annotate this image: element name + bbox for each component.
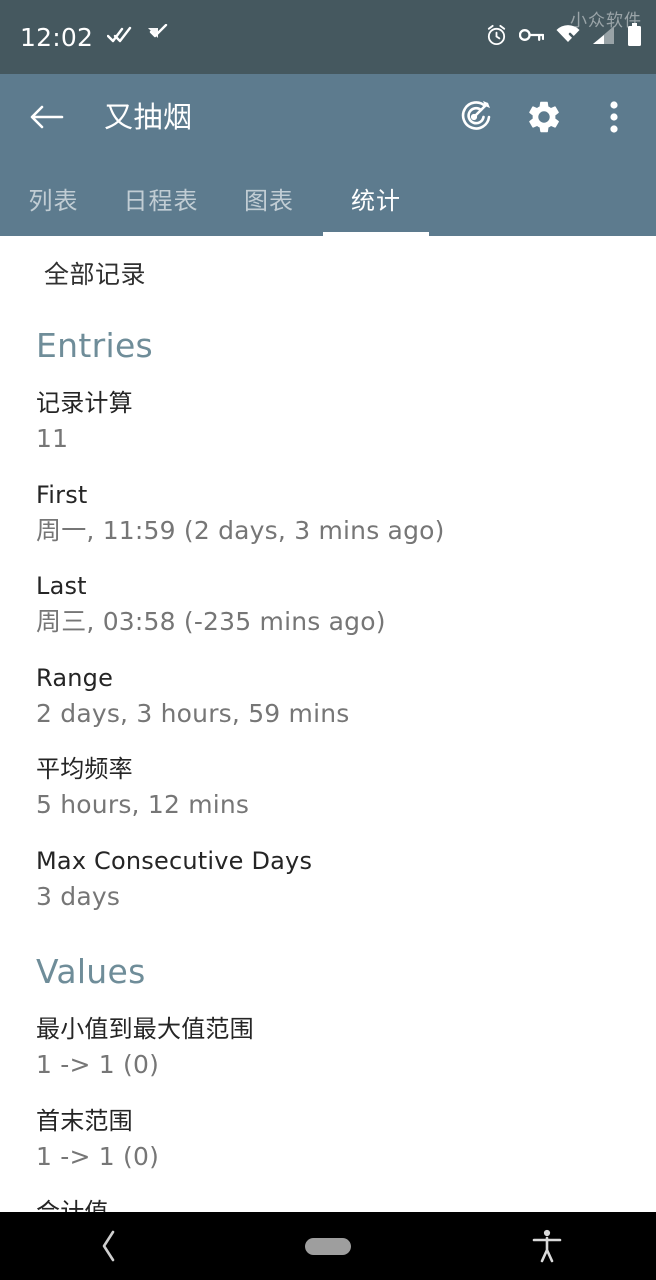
tab-chart[interactable]: 图表 (215, 160, 323, 236)
stat-row: First 周一, 11:59 (2 days, 3 mins ago) (0, 456, 656, 548)
home-pill-icon (305, 1237, 351, 1255)
vpn-key-icon (518, 27, 545, 47)
tab-list[interactable]: 列表 (0, 160, 107, 236)
page-title: 又抽烟 (104, 99, 193, 134)
overflow-menu-icon[interactable] (592, 95, 636, 139)
stat-value: 11 (36, 424, 69, 453)
stat-row: Range 2 days, 3 hours, 59 mins (0, 639, 656, 731)
signal-icon (592, 25, 616, 49)
stat-value: 3 days (36, 881, 121, 911)
nav-back-button[interactable] (0, 1212, 218, 1280)
back-button[interactable] (24, 94, 70, 140)
stat-label: 记录计算 (36, 389, 133, 417)
stat-row: 合计值 (0, 1173, 656, 1212)
stat-label: Max Consecutive Days (36, 846, 313, 875)
stat-label: 最小值到最大值范围 (36, 1015, 254, 1043)
stat-value: 1 -> 1 (0) (36, 1050, 160, 1079)
wifi-off-icon (555, 25, 581, 49)
stat-row: 首末范围 1 -> 1 (0) (0, 1082, 656, 1174)
stat-row: 平均频率 5 hours, 12 mins (0, 730, 656, 822)
statistics-content[interactable]: 全部记录 Entries 记录计算 11 First 周一, 11:59 (2 … (0, 236, 656, 1212)
section-title-entries: Entries (36, 326, 154, 365)
battery-icon (627, 23, 642, 51)
phone-screen: 12:02 小众软件 又抽烟 列表 日程表 图表 统计 全部记录 Entries… (0, 0, 656, 1280)
gear-icon[interactable] (522, 95, 566, 139)
tab-bar: 列表 日程表 图表 统计 (0, 160, 656, 236)
stat-label: 首末范围 (36, 1106, 133, 1135)
tab-statistics[interactable]: 统计 (323, 160, 429, 236)
stat-label: Range (36, 663, 114, 692)
stat-row: 记录计算 11 (0, 362, 656, 456)
status-clock: 12:02 (20, 22, 94, 52)
nav-accessibility-button[interactable] (438, 1212, 656, 1280)
notification-badge-icon (106, 25, 133, 49)
status-bar-right (485, 23, 642, 51)
stat-row: Last 周三, 03:58 (-235 mins ago) (0, 547, 656, 639)
stat-label: Last (36, 572, 87, 600)
content-header: 全部记录 (44, 260, 147, 289)
alarm-icon (485, 24, 508, 51)
stat-value: 周一, 11:59 (2 days, 3 mins ago) (36, 515, 445, 545)
nav-home-button[interactable] (218, 1212, 438, 1280)
tab-schedule[interactable]: 日程表 (107, 160, 215, 236)
stat-value: 2 days, 3 hours, 59 mins (36, 698, 350, 728)
stat-label: 平均频率 (36, 755, 133, 783)
status-bar: 12:02 小众软件 (0, 0, 656, 74)
stat-label: 合计值 (36, 1198, 109, 1212)
stat-value: 5 hours, 12 mins (36, 790, 250, 819)
app-bar-actions (452, 95, 636, 139)
section-title-values: Values (36, 952, 146, 991)
notification-check-icon (147, 23, 169, 50)
stat-value: 周三, 03:58 (-235 mins ago) (36, 607, 386, 636)
stat-value: 1 -> 1 (0) (36, 1141, 160, 1171)
status-bar-left: 12:02 (20, 22, 169, 52)
stat-label: First (36, 480, 88, 509)
system-nav-bar (0, 1212, 656, 1280)
stat-row: 最小值到最大值范围 1 -> 1 (0) (0, 988, 656, 1082)
goal-target-icon[interactable] (452, 95, 496, 139)
stat-row: Max Consecutive Days 3 days (0, 822, 656, 914)
app-bar: 又抽烟 (0, 74, 656, 160)
